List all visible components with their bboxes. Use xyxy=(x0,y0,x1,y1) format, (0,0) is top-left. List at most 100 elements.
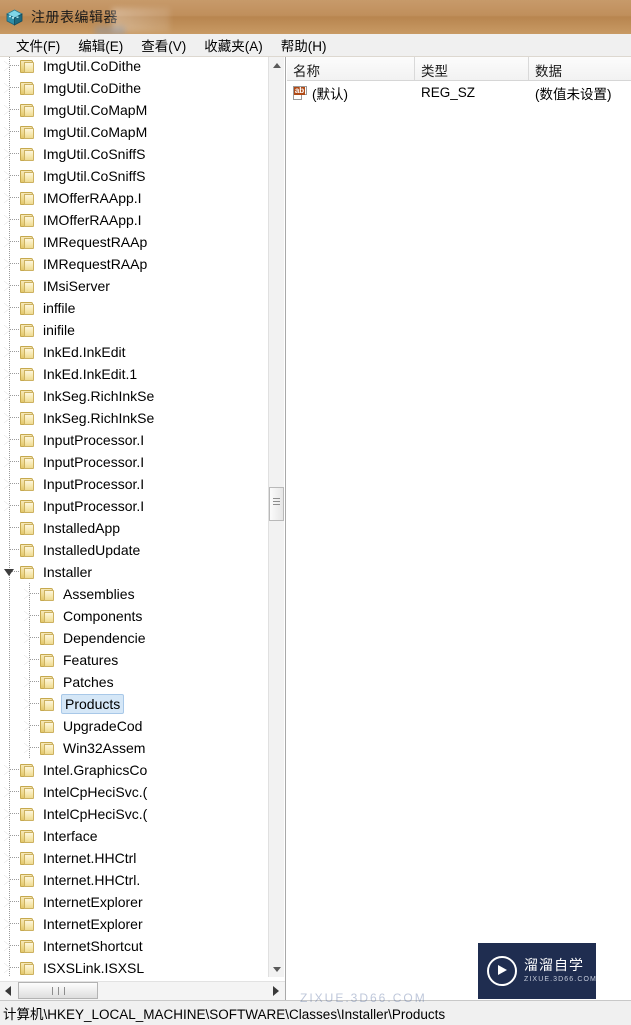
tree-item[interactable]: Products xyxy=(0,693,270,715)
tree-item[interactable]: IntelCpHeciSvc.( xyxy=(0,781,270,803)
expand-triangle-icon[interactable] xyxy=(24,655,30,665)
tree-item[interactable]: ImgUtil.CoSniffS xyxy=(0,165,270,187)
tree-item[interactable]: InkSeg.RichInkSe xyxy=(0,385,270,407)
tree-expander-cell[interactable] xyxy=(0,57,20,77)
expand-triangle-icon[interactable] xyxy=(4,127,10,137)
tree-expander-cell[interactable] xyxy=(0,407,20,429)
expand-triangle-icon[interactable] xyxy=(4,83,10,93)
tree-item[interactable]: Assemblies xyxy=(0,583,270,605)
tree-expander-cell[interactable] xyxy=(0,825,20,847)
tree-expander-cell[interactable] xyxy=(0,429,20,451)
tree-item[interactable]: Patches xyxy=(0,671,270,693)
expand-triangle-icon[interactable] xyxy=(4,171,10,181)
tree-expander-cell[interactable] xyxy=(0,363,20,385)
tree-item[interactable]: InstalledApp xyxy=(0,517,270,539)
tree-expander-cell[interactable] xyxy=(0,759,20,781)
expand-triangle-icon[interactable] xyxy=(4,325,10,335)
expand-triangle-icon[interactable] xyxy=(4,193,10,203)
tree-expander-cell[interactable] xyxy=(20,583,40,605)
expand-triangle-icon[interactable] xyxy=(4,259,10,269)
tree-expander-cell[interactable] xyxy=(0,121,20,143)
listview-row[interactable]: ab (默认) REG_SZ (数值未设置) xyxy=(287,81,631,104)
expand-triangle-icon[interactable] xyxy=(4,281,10,291)
title-bar[interactable]: 注册表编辑器 xyxy=(0,0,631,34)
expand-triangle-icon[interactable] xyxy=(4,809,10,819)
tree-expander-cell[interactable] xyxy=(0,143,20,165)
expand-triangle-icon[interactable] xyxy=(4,875,10,885)
expand-triangle-icon[interactable] xyxy=(4,149,10,159)
expand-triangle-icon[interactable] xyxy=(4,941,10,951)
tree-vertical-scrollbar[interactable] xyxy=(268,57,284,977)
tree-expander-cell[interactable] xyxy=(0,99,20,121)
menu-edit[interactable]: 编辑(E) xyxy=(69,33,132,58)
expand-triangle-icon[interactable] xyxy=(4,237,10,247)
tree-item[interactable]: Intel.GraphicsCo xyxy=(0,759,270,781)
tree-item[interactable]: IMOfferRAApp.I xyxy=(0,209,270,231)
scroll-down-button[interactable] xyxy=(269,961,284,977)
tree-item[interactable]: IntelCpHeciSvc.( xyxy=(0,803,270,825)
tree-expander-cell[interactable] xyxy=(20,737,40,759)
tree-item[interactable]: inffile xyxy=(0,297,270,319)
scroll-left-button[interactable] xyxy=(0,982,17,999)
tree-item[interactable]: Interface xyxy=(0,825,270,847)
tree-expander-cell[interactable] xyxy=(0,253,20,275)
tree-item[interactable]: ImgUtil.CoMapM xyxy=(0,99,270,121)
tree-item[interactable]: InkEd.InkEdit.1 xyxy=(0,363,270,385)
tree-item[interactable]: Installer xyxy=(0,561,270,583)
tree-expander-cell[interactable] xyxy=(0,935,20,957)
tree-expander-cell[interactable] xyxy=(0,913,20,935)
tree-horizontal-scrollbar[interactable] xyxy=(0,981,285,1000)
tree-expander-cell[interactable] xyxy=(0,341,20,363)
tree-expander-cell[interactable] xyxy=(20,715,40,737)
tree-item[interactable]: ImgUtil.CoSniffS xyxy=(0,143,270,165)
tree-expander-cell[interactable] xyxy=(0,847,20,869)
tree-item[interactable]: InternetExplorer xyxy=(0,913,270,935)
tree-expander-cell[interactable] xyxy=(0,561,20,583)
tree-item[interactable]: ImgUtil.CoMapM xyxy=(0,121,270,143)
column-header-data[interactable]: 数据 xyxy=(529,57,631,80)
tree-expander-cell[interactable] xyxy=(0,539,20,561)
expand-triangle-icon[interactable] xyxy=(4,347,10,357)
tree-expander-cell[interactable] xyxy=(0,517,20,539)
expand-triangle-icon[interactable] xyxy=(24,743,30,753)
expand-triangle-icon[interactable] xyxy=(4,765,10,775)
tree-item[interactable]: InputProcessor.I xyxy=(0,429,270,451)
tree-expander-cell[interactable] xyxy=(0,495,20,517)
menu-favorites[interactable]: 收藏夹(A) xyxy=(195,33,272,58)
expand-triangle-icon[interactable] xyxy=(24,699,30,709)
expand-triangle-icon[interactable] xyxy=(4,369,10,379)
tree-item[interactable]: Features xyxy=(0,649,270,671)
tree-expander-cell[interactable] xyxy=(0,231,20,253)
menu-view[interactable]: 查看(V) xyxy=(132,33,195,58)
tree-item[interactable]: IMRequestRAAp xyxy=(0,253,270,275)
tree-expander-cell[interactable] xyxy=(0,297,20,319)
expand-triangle-icon[interactable] xyxy=(4,435,10,445)
tree-expander-cell[interactable] xyxy=(0,165,20,187)
tree-item[interactable]: InternetShortcut xyxy=(0,935,270,957)
tree-item[interactable]: IMsiServer xyxy=(0,275,270,297)
tree-expander-cell[interactable] xyxy=(20,693,40,715)
tree-expander-cell[interactable] xyxy=(0,319,20,341)
tree-expander-cell[interactable] xyxy=(20,671,40,693)
tree-item[interactable]: InputProcessor.I xyxy=(0,451,270,473)
scroll-right-button[interactable] xyxy=(267,982,284,999)
expand-triangle-icon[interactable] xyxy=(4,413,10,423)
tree-item[interactable]: IMRequestRAAp xyxy=(0,231,270,253)
tree-expander-cell[interactable] xyxy=(20,605,40,627)
tree-item[interactable]: Internet.HHCtrl xyxy=(0,847,270,869)
tree-expander-cell[interactable] xyxy=(0,957,20,977)
tree-item[interactable]: ImgUtil.CoDithe xyxy=(0,77,270,99)
expand-triangle-icon[interactable] xyxy=(24,633,30,643)
column-header-type[interactable]: 类型 xyxy=(415,57,529,80)
tree-expander-cell[interactable] xyxy=(0,473,20,495)
tree-item[interactable]: inifile xyxy=(0,319,270,341)
expand-triangle-icon[interactable] xyxy=(24,589,30,599)
tree-expander-cell[interactable] xyxy=(0,209,20,231)
tree-expander-cell[interactable] xyxy=(0,891,20,913)
tree-item[interactable]: UpgradeCod xyxy=(0,715,270,737)
expand-triangle-icon[interactable] xyxy=(4,391,10,401)
tree-expander-cell[interactable] xyxy=(0,77,20,99)
collapse-triangle-icon[interactable] xyxy=(4,569,14,581)
tree-item[interactable]: InkSeg.RichInkSe xyxy=(0,407,270,429)
tree-item[interactable]: Internet.HHCtrl. xyxy=(0,869,270,891)
